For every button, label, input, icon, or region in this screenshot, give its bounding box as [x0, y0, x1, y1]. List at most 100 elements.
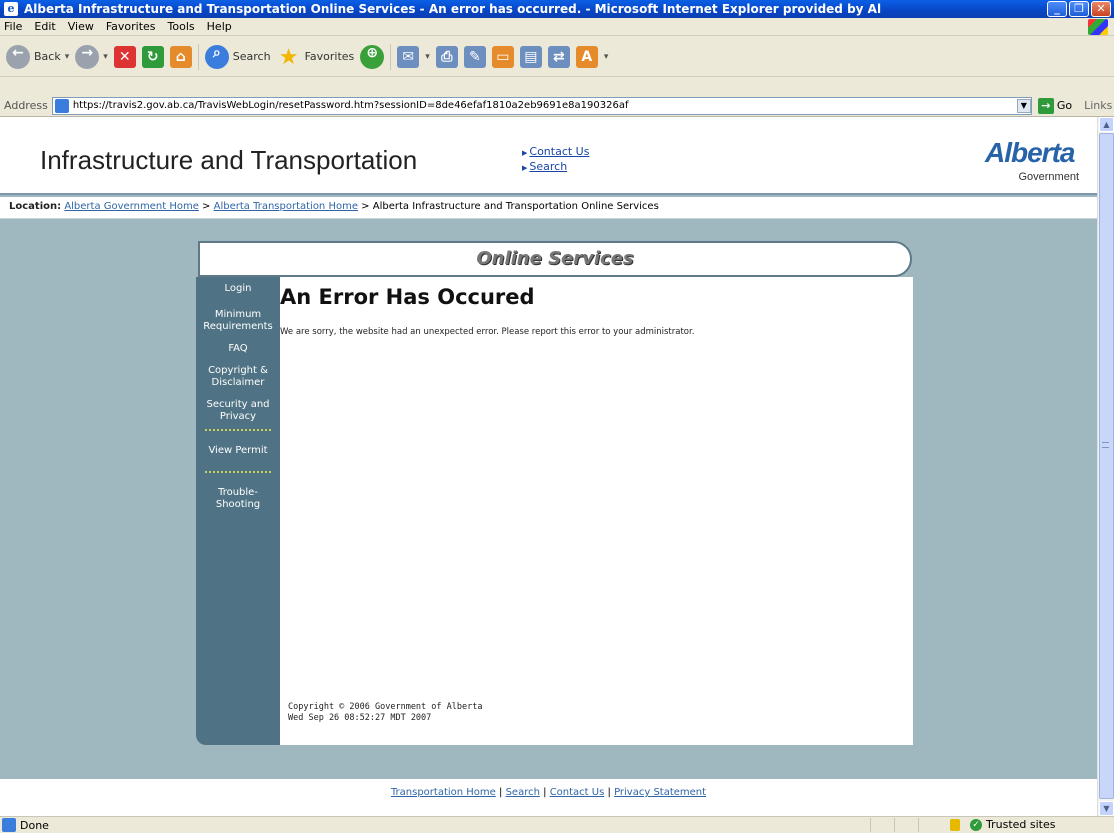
- menu-view[interactable]: View: [68, 20, 94, 33]
- search-link[interactable]: Search: [529, 160, 567, 173]
- check-icon: ✓: [970, 818, 982, 831]
- address-url[interactable]: https://travis2.gov.ab.ca/TravisWebLogin…: [73, 100, 1017, 111]
- address-label: Address: [4, 99, 48, 112]
- refresh-icon[interactable]: ↻: [141, 45, 164, 68]
- page-icon: [2, 818, 16, 832]
- page-icon: [54, 98, 69, 113]
- scroll-up-icon[interactable]: ▲: [1099, 117, 1114, 132]
- toolbar-divider: [197, 43, 199, 70]
- error-message: We are sorry, the website had an unexpec…: [280, 327, 695, 337]
- search-label: Search: [232, 50, 271, 63]
- footer-transportation-home[interactable]: Transportation Home: [391, 787, 496, 798]
- menu-tools[interactable]: Tools: [168, 20, 195, 33]
- main-content: An Error Has Occured We are sorry, the w…: [280, 277, 913, 745]
- chevron-down-icon[interactable]: ▾: [65, 52, 70, 62]
- forward-button[interactable]: → ▾: [75, 44, 108, 69]
- site-title: Infrastructure and Transportation: [40, 145, 418, 175]
- chevron-down-icon[interactable]: ▾: [103, 52, 108, 62]
- research-icon[interactable]: ▤: [519, 45, 542, 68]
- menu-help[interactable]: Help: [207, 20, 232, 33]
- breadcrumb-transport-home[interactable]: Alberta Transportation Home: [214, 201, 358, 212]
- chevron-down-icon[interactable]: ▾: [604, 52, 609, 62]
- chevron-down-icon[interactable]: ▼: [1016, 98, 1031, 113]
- status-pane: [894, 818, 918, 832]
- header-links: ▶ Contact Us ▶ Search: [522, 145, 589, 175]
- window-title-bar: e Alberta Infrastructure and Transportat…: [0, 0, 1114, 18]
- close-button[interactable]: ✕: [1091, 1, 1111, 17]
- triangle-icon: ▶: [522, 164, 528, 172]
- zone-label: Trusted sites: [986, 818, 1056, 831]
- ie-icon: e: [4, 2, 18, 16]
- nav-troubleshooting[interactable]: Trouble- Shooting: [196, 487, 280, 511]
- page-viewport: Infrastructure and Transportation ▶ Conta…: [0, 117, 1114, 816]
- mail-icon[interactable]: ✉: [397, 45, 420, 68]
- menu-file[interactable]: File: [4, 20, 22, 33]
- online-services-banner: Online Services: [198, 241, 912, 277]
- toolbar-divider: [390, 43, 392, 70]
- window-controls: _ ❐ ✕: [1047, 1, 1111, 17]
- stop-icon[interactable]: ✕: [113, 45, 136, 68]
- breadcrumb-separator: >: [202, 201, 211, 212]
- banner-title: Online Services: [476, 248, 634, 269]
- home-icon[interactable]: ⌂: [169, 45, 192, 68]
- status-panes: [870, 818, 942, 832]
- vertical-scrollbar[interactable]: ▲ ▼: [1097, 117, 1114, 816]
- scroll-down-icon[interactable]: ▼: [1099, 801, 1114, 816]
- nav-label: Privacy: [219, 411, 257, 422]
- footer-search[interactable]: Search: [506, 787, 540, 798]
- timestamp: Wed Sep 26 08:52:27 MDT 2007: [288, 713, 432, 723]
- toolbar: ← Back ▾ → ▾ ✕ ↻ ⌂ ⌕ Search ★ Favorites …: [0, 37, 1114, 77]
- minimize-button[interactable]: _: [1047, 1, 1067, 17]
- back-label: Back: [34, 50, 61, 63]
- nav-minimum-requirements[interactable]: Minimum Requirements: [196, 309, 280, 333]
- back-button[interactable]: ← Back ▾: [6, 44, 70, 69]
- font-size-icon[interactable]: A: [575, 45, 598, 68]
- media-icon[interactable]: ⊕: [360, 44, 385, 69]
- favorites-button[interactable]: ★ Favorites: [277, 45, 355, 70]
- search-button[interactable]: ⌕ Search: [204, 44, 271, 69]
- nav-label: Disclaimer: [211, 377, 265, 388]
- breadcrumb-gov-home[interactable]: Alberta Government Home: [64, 201, 199, 212]
- print-icon[interactable]: ⎙: [435, 45, 458, 68]
- maximize-button[interactable]: ❐: [1069, 1, 1089, 17]
- copyright-text: Copyright © 2006 Government of Alberta: [288, 702, 483, 712]
- edit-icon[interactable]: ✎: [463, 45, 486, 68]
- triangle-icon: ▶: [522, 149, 528, 157]
- nav-label: Shooting: [215, 499, 261, 510]
- address-bar: Address https://travis2.gov.ab.ca/Travis…: [0, 95, 1114, 117]
- folder-icon[interactable]: ▭: [491, 45, 514, 68]
- go-button[interactable]: → Go: [1037, 97, 1073, 114]
- nav-label: FAQ: [228, 343, 248, 354]
- go-label: Go: [1056, 99, 1073, 112]
- contact-us-link[interactable]: Contact Us: [529, 145, 589, 158]
- status-pane: [918, 818, 942, 832]
- nav-security-privacy[interactable]: Security and Privacy: [196, 399, 280, 423]
- nav-label: Copyright &: [208, 365, 268, 376]
- footer-separator: |: [543, 787, 547, 798]
- status-pane: [870, 818, 894, 832]
- nav-label: Minimum: [214, 309, 262, 320]
- scroll-thumb[interactable]: [1099, 133, 1114, 799]
- footer-separator: |: [607, 787, 611, 798]
- breadcrumb-separator: >: [361, 201, 370, 212]
- menu-edit[interactable]: Edit: [34, 20, 55, 33]
- links-toolbar[interactable]: Links: [1084, 99, 1112, 112]
- favorites-label: Favorites: [304, 50, 355, 63]
- back-arrow-icon: ←: [6, 44, 30, 69]
- nav-faq[interactable]: FAQ: [196, 343, 280, 355]
- menu-favorites[interactable]: Favorites: [106, 20, 156, 33]
- footer-contact-us[interactable]: Contact Us: [550, 787, 605, 798]
- nav-login[interactable]: Login: [196, 283, 280, 295]
- go-arrow-icon: →: [1037, 97, 1054, 114]
- logo-subtitle: Government: [1018, 171, 1079, 183]
- nav-view-permit[interactable]: View Permit: [196, 445, 280, 457]
- nav-copyright[interactable]: Copyright & Disclaimer: [196, 365, 280, 389]
- messenger-icon[interactable]: ⇄: [547, 45, 570, 68]
- chevron-down-icon[interactable]: ▾: [425, 52, 430, 62]
- address-input[interactable]: https://travis2.gov.ab.ca/TravisWebLogin…: [51, 96, 1032, 115]
- site-footer: Transportation Home | Search | Contact U…: [0, 777, 1097, 816]
- window-title: Alberta Infrastructure and Transportatio…: [24, 2, 882, 16]
- lock-icon: [950, 819, 960, 831]
- footer-privacy-statement[interactable]: Privacy Statement: [614, 787, 706, 798]
- status-text: Done: [20, 818, 49, 832]
